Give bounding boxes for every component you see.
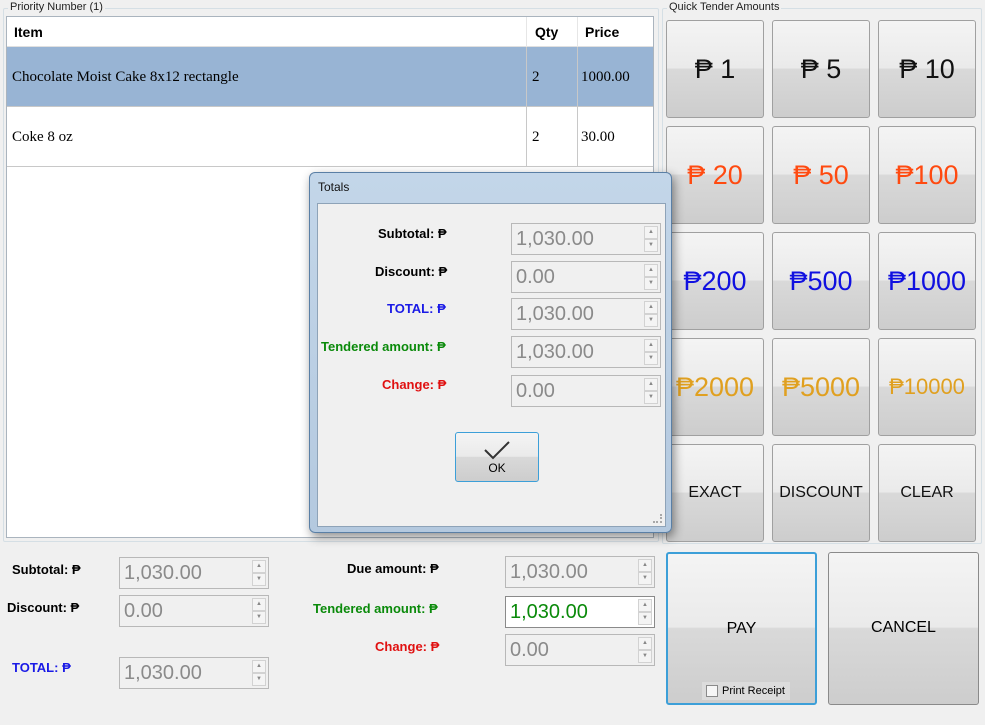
subtotal-value: 1,030.00 — [124, 562, 202, 584]
dialog-subtotal-field: 1,030.00 ▲ ▼ — [511, 223, 661, 255]
dialog-title: Totals — [318, 180, 350, 194]
checkbox-box[interactable] — [706, 685, 718, 697]
dialog-total-label: TOTAL: ₱ — [387, 301, 446, 316]
spinner-arrows: ▲ ▼ — [252, 660, 266, 686]
discount-field: 0.00 ▲ ▼ — [119, 595, 269, 627]
total-label: TOTAL: ₱ — [12, 660, 71, 675]
cell-item: Coke 8 oz — [12, 129, 73, 145]
pay-label: PAY — [726, 620, 757, 637]
cell-qty: 2 — [532, 69, 540, 85]
tender-500-button[interactable]: ₱500 — [772, 232, 870, 330]
tender-100-button[interactable]: ₱100 — [878, 126, 976, 224]
print-receipt-label: Print Receipt — [722, 685, 785, 697]
tender-1-button[interactable]: ₱ 1 — [666, 20, 764, 118]
discount-label: Discount: ₱ — [7, 600, 80, 615]
due-amount-label: Due amount: ₱ — [347, 561, 439, 576]
spinner-arrows: ▲ ▼ — [638, 559, 652, 585]
table-row[interactable]: Chocolate Moist Cake 8x12 rectangle 2 10… — [7, 47, 653, 107]
subtotal-label: Subtotal: ₱ — [12, 562, 81, 577]
tendered-amount-value: 1,030.00 — [510, 601, 588, 623]
print-receipt-checkbox[interactable]: Print Receipt — [702, 682, 790, 700]
dialog-change-field: 0.00 ▲ ▼ — [511, 375, 661, 407]
dialog-change-label: Change: ₱ — [382, 377, 447, 392]
cell-price: 1000.00 — [581, 69, 630, 85]
tender-200-button[interactable]: ₱200 — [666, 232, 764, 330]
tender-20-button[interactable]: ₱ 20 — [666, 126, 764, 224]
dialog-total-field: 1,030.00 ▲ ▼ — [511, 298, 661, 330]
tender-2000-button[interactable]: ₱2000 — [666, 338, 764, 436]
tender-1000-button[interactable]: ₱1000 — [878, 232, 976, 330]
checkmark-icon — [484, 441, 510, 460]
pay-button[interactable]: PAY Print Receipt — [666, 552, 817, 705]
due-amount-field: 1,030.00 ▲ ▼ — [505, 556, 655, 588]
exact-button[interactable]: EXACT — [666, 444, 764, 542]
column-header-item[interactable]: Item — [14, 24, 43, 40]
dialog-tendered-field: 1,030.00 ▲ ▼ — [511, 336, 661, 368]
spinner-arrows[interactable]: ▲ ▼ — [638, 599, 652, 625]
clear-button[interactable]: CLEAR — [878, 444, 976, 542]
spinner-arrows: ▲ ▼ — [252, 560, 266, 586]
subtotal-field: 1,030.00 ▲ ▼ — [119, 557, 269, 589]
dialog-discount-field: 0.00 ▲ ▼ — [511, 261, 661, 293]
dialog-body: Subtotal: ₱ 1,030.00 ▲ ▼ Discount: ₱ 0.00… — [317, 203, 666, 527]
tender-10-button[interactable]: ₱ 10 — [878, 20, 976, 118]
spinner-arrows: ▲ ▼ — [252, 598, 266, 624]
cell-qty: 2 — [532, 129, 540, 145]
tendered-amount-input[interactable]: 1,030.00 ▲ ▼ — [505, 596, 655, 628]
ok-label: OK — [488, 461, 506, 475]
spinner-arrows: ▲ ▼ — [644, 339, 658, 365]
dialog-tendered-value: 1,030.00 — [516, 341, 594, 363]
cell-item: Chocolate Moist Cake 8x12 rectangle — [12, 69, 239, 85]
column-header-qty[interactable]: Qty — [535, 24, 558, 40]
resize-grip-icon[interactable] — [653, 514, 662, 523]
spinner-arrows: ▲ ▼ — [638, 637, 652, 663]
tender-10000-button[interactable]: ₱10000 — [878, 338, 976, 436]
dialog-change-value: 0.00 — [516, 380, 555, 402]
change-value: 0.00 — [510, 639, 549, 661]
dialog-discount-value: 0.00 — [516, 266, 555, 288]
tender-5000-button[interactable]: ₱5000 — [772, 338, 870, 436]
spinner-arrows: ▲ ▼ — [644, 226, 658, 252]
tender-50-button[interactable]: ₱ 50 — [772, 126, 870, 224]
grid-header: Item Qty Price — [7, 17, 653, 47]
dialog-subtotal-value: 1,030.00 — [516, 228, 594, 250]
change-field: 0.00 ▲ ▼ — [505, 634, 655, 666]
discount-button[interactable]: DISCOUNT — [772, 444, 870, 542]
change-label: Change: ₱ — [375, 639, 440, 654]
spinner-arrows: ▲ ▼ — [644, 378, 658, 404]
dialog-subtotal-label: Subtotal: ₱ — [378, 226, 447, 241]
tender-5-button[interactable]: ₱ 5 — [772, 20, 870, 118]
cancel-label: CANCEL — [871, 619, 936, 636]
total-value: 1,030.00 — [124, 662, 202, 684]
spinner-arrows: ▲ ▼ — [644, 264, 658, 290]
quick-tender-title: Quick Tender Amounts — [667, 1, 782, 13]
order-group-title: Priority Number (1) — [8, 1, 105, 13]
tendered-amount-label: Tendered amount: ₱ — [313, 601, 438, 616]
dialog-discount-label: Discount: ₱ — [375, 264, 448, 279]
ok-button[interactable]: OK — [455, 432, 539, 482]
due-amount-value: 1,030.00 — [510, 561, 588, 583]
column-header-price[interactable]: Price — [585, 24, 619, 40]
totals-dialog: Totals Subtotal: ₱ 1,030.00 ▲ ▼ Discount:… — [309, 172, 672, 533]
cell-price: 30.00 — [581, 129, 615, 145]
discount-value: 0.00 — [124, 600, 163, 622]
cancel-button[interactable]: CANCEL — [828, 552, 979, 705]
total-field: 1,030.00 ▲ ▼ — [119, 657, 269, 689]
spinner-arrows: ▲ ▼ — [644, 301, 658, 327]
table-row[interactable]: Coke 8 oz 2 30.00 — [7, 107, 653, 167]
dialog-total-value: 1,030.00 — [516, 303, 594, 325]
dialog-tendered-label: Tendered amount: ₱ — [321, 339, 446, 354]
